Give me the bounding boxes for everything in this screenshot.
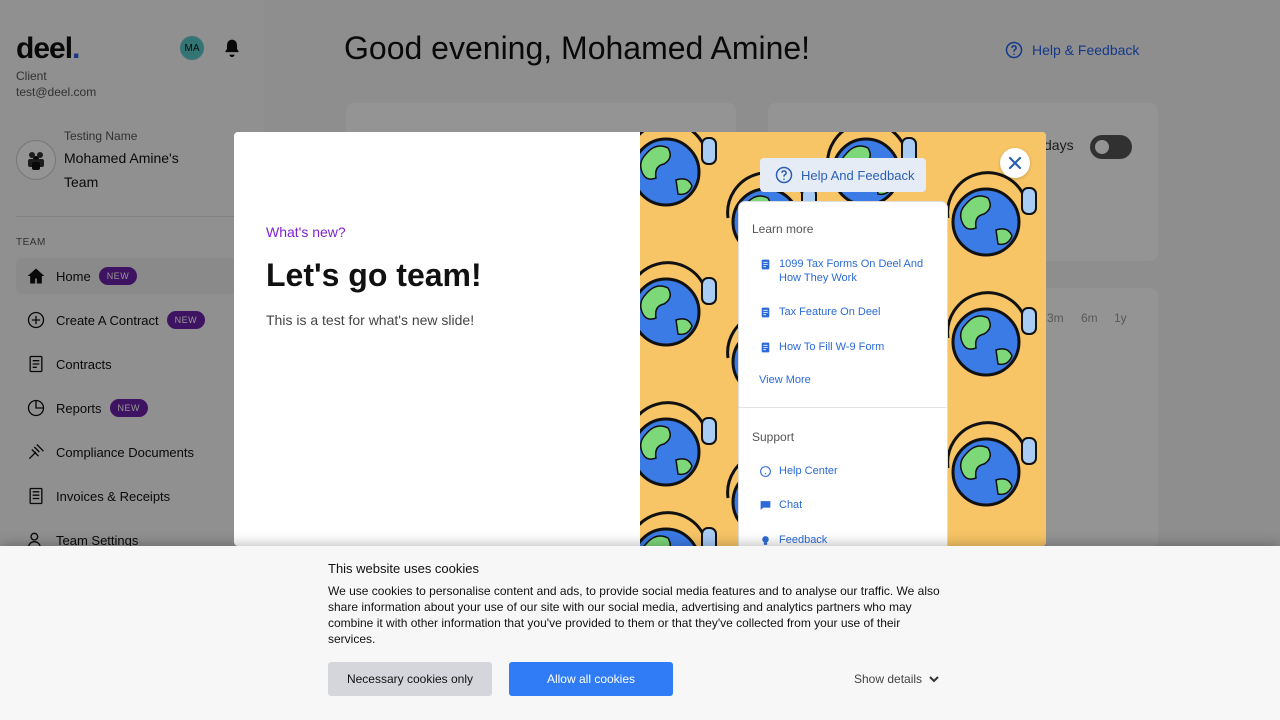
support-link-feedback: Feedback [759,533,827,546]
cookie-body: We use cookies to personalise content an… [328,584,940,646]
illustration-help-pill: Help And Feedback [760,158,926,192]
cookie-banner: This website uses cookies We use cookies… [0,546,1280,720]
learn-link-label: How To Fill W-9 Form [779,341,885,353]
learn-link-1099: 1099 Tax Forms On Deel And How They Work [759,257,929,285]
learn-link-label: 1099 Tax Forms On Deel And How They Work [779,258,924,284]
learn-link-label: Tax Feature On Deel [779,306,881,318]
support-link-chat: Chat [759,498,802,512]
modal-description: This is a test for what's new slide! [266,312,475,328]
close-icon [1008,156,1022,170]
support-link-help-center: Help Center [759,464,838,478]
learn-link-w9: How To Fill W-9 Form [759,340,884,354]
support-link-label: Help Center [779,465,838,477]
learn-more-heading: Learn more [752,222,814,236]
panel-divider [739,407,947,408]
modal-title: Let's go team! [266,257,482,293]
illustration-pill-label: Help And Feedback [801,167,915,183]
document-icon [761,307,770,318]
help-circle-icon [775,166,793,184]
necessary-cookies-button[interactable]: Necessary cookies only [328,662,492,696]
chevron-down-icon [929,676,939,683]
view-more-link: View More [759,374,811,386]
support-heading: Support [752,430,795,444]
lightbulb-icon [762,536,769,545]
modal-close-button[interactable] [1000,148,1030,178]
chat-icon [760,501,771,510]
whats-new-modal: What's new? Let's go team! This is a tes… [234,132,1046,546]
cookie-title: This website uses cookies [328,561,480,576]
allow-all-cookies-button[interactable]: Allow all cookies [509,662,673,696]
learn-link-tax: Tax Feature On Deel [759,305,881,319]
document-icon [761,259,770,270]
document-icon [761,342,770,353]
show-details-link[interactable]: Show details [854,672,940,686]
support-link-label: Feedback [779,534,828,546]
show-details-label: Show details [854,672,923,686]
support-link-label: Chat [779,499,803,511]
whats-new-eyebrow: What's new? [266,224,346,240]
help-circle-icon [760,466,771,477]
illustration-help-panel: Learn more 1099 Tax Forms On Deel And Ho… [739,202,947,546]
